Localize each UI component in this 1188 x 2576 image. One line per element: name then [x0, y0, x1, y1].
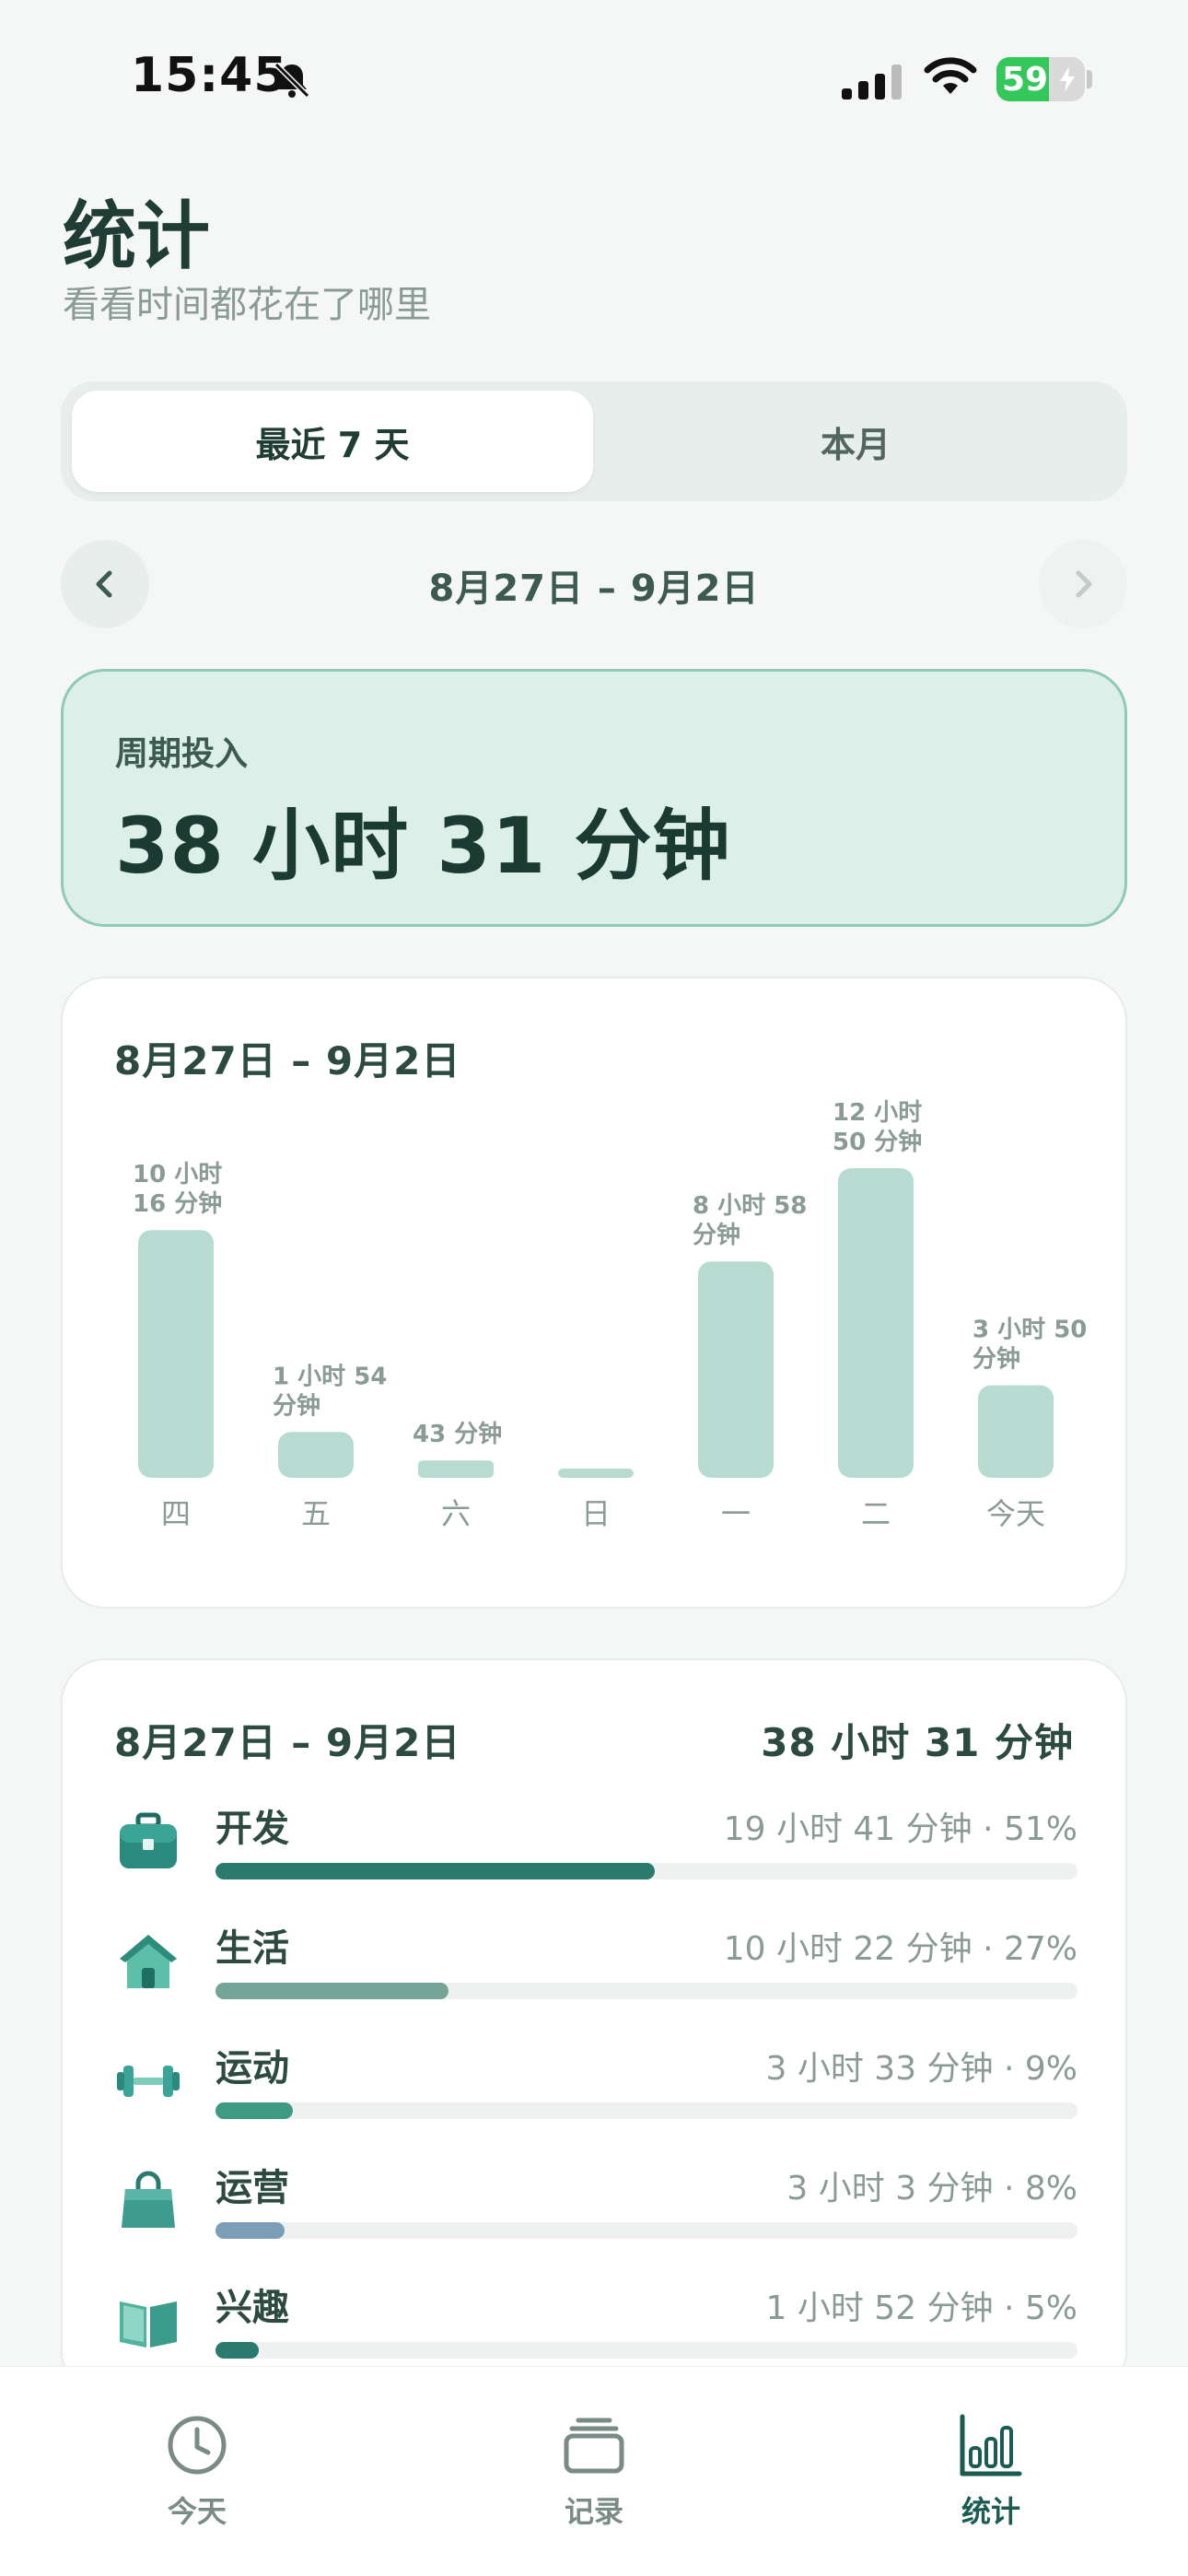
status-bar: 15:45 59 [0, 0, 1188, 157]
category-progress-track [215, 1983, 1077, 1999]
chart-bar [558, 1469, 634, 1478]
category-progress-track [215, 2342, 1077, 2359]
x-axis-day-label: 今天 [986, 1496, 1045, 1531]
layers-icon [564, 2418, 624, 2474]
tab-label: 今天 [167, 2494, 227, 2529]
tab-statistics[interactable]: 统计 [899, 2413, 1083, 2533]
category-name: 兴趣 [215, 2287, 289, 2329]
category-name: 生活 [215, 1927, 289, 1970]
wifi-icon [924, 57, 977, 94]
bar-chart-icon [960, 2414, 1022, 2476]
bar-value-label: 43 分钟 [413, 1420, 502, 1448]
category-stat: 3 小时 3 分钟 · 8% [786, 2170, 1077, 2207]
chart-bar [698, 1261, 774, 1478]
bar-value-label: 3 小时 50 [973, 1317, 1087, 1344]
category-breakdown-card: 8月27日 – 9月2日 38 小时 31 分钟 开发 19 小时 41 分钟 … [61, 1658, 1127, 2395]
page-subtitle: 看看时间都花在了哪里 [63, 284, 431, 326]
bar-value-label: 16 分钟 [133, 1189, 222, 1218]
status-time: 15:45 [131, 48, 288, 103]
category-progress-fill [215, 1983, 448, 1999]
x-axis-day-label: 五 [301, 1496, 331, 1531]
x-axis-day-label: 四 [161, 1496, 191, 1531]
period-segmented-control: 最近 7 天 本月 [61, 381, 1127, 501]
category-row[interactable]: 开发 19 小时 41 分钟 · 51% [63, 1798, 1129, 1900]
category-row[interactable]: 运营 3 小时 3 分钟 · 8% [63, 2158, 1129, 2259]
category-progress-fill [215, 2102, 294, 2119]
battery-cap [1087, 70, 1092, 88]
chevron-right-icon [1076, 570, 1092, 598]
chart-bar [838, 1168, 914, 1478]
category-progress-fill [215, 1863, 656, 1879]
page-title: 统计 [63, 193, 210, 279]
category-name: 运动 [215, 2047, 289, 2090]
cellular-signal-icon [842, 64, 902, 100]
bottom-tab-bar: 今天 记录 统计 [0, 2366, 1188, 2576]
breakdown-date-range: 8月27日 – 9月2日 [114, 1720, 461, 1765]
breakdown-total: 38 小时 31 分钟 [761, 1720, 1074, 1765]
tab-label: 统计 [961, 2494, 1020, 2529]
bar-value-label: 8 小时 58 [693, 1192, 807, 1220]
briefcase-icon [120, 1812, 177, 1868]
period-total-label: 周期投入 [115, 735, 249, 773]
category-progress-fill [215, 2342, 259, 2359]
category-stat: 10 小时 22 分钟 · 27% [723, 1930, 1077, 1968]
bar-value-label: 分钟 [973, 1345, 1020, 1374]
bar-value-label: 50 分钟 [833, 1128, 922, 1156]
category-stat: 1 小时 52 分钟 · 5% [765, 2289, 1078, 2327]
category-row[interactable]: 生活 10 小时 22 分钟 · 27% [63, 1918, 1129, 2020]
chart-bar [278, 1432, 354, 1478]
chart-bar [978, 1385, 1054, 1478]
battery-indicator: 59 [996, 57, 1085, 101]
charging-bolt-icon [1060, 66, 1075, 92]
clock-icon [168, 2416, 227, 2475]
x-axis-day-label: 二 [861, 1496, 891, 1531]
category-name: 开发 [215, 1808, 289, 1850]
bar-value-label: 1 小时 54 [273, 1363, 387, 1390]
house-icon [120, 1935, 177, 1988]
x-axis-day-label: 六 [441, 1496, 471, 1531]
category-row[interactable]: 兴趣 1 小时 52 分钟 · 5% [63, 2277, 1129, 2379]
dumbbell-icon [117, 2066, 180, 2097]
period-total-value: 38 小时 31 分钟 [115, 801, 731, 891]
next-period-button[interactable] [1039, 540, 1127, 628]
shopping-bag-icon [122, 2171, 175, 2228]
segment-this-month[interactable]: 本月 [595, 391, 1116, 492]
x-axis-day-label: 一 [721, 1496, 751, 1531]
bell-slash-icon [274, 62, 310, 99]
category-progress-track [215, 2102, 1077, 2119]
bar-value-label: 10 小时 [133, 1161, 222, 1188]
category-progress-fill [215, 2222, 285, 2239]
period-total-card: 周期投入 38 小时 31 分钟 [61, 669, 1127, 927]
category-stat: 3 小时 33 分钟 · 9% [765, 2050, 1078, 2088]
segment-last-7-days[interactable]: 最近 7 天 [72, 391, 593, 492]
date-range-label: 8月27日 – 9月2日 [428, 568, 760, 610]
category-progress-track [215, 1863, 1077, 1879]
book-icon [120, 2301, 177, 2348]
bar-value-label: 12 小时 [833, 1099, 922, 1127]
bar-value-label: 分钟 [273, 1391, 320, 1420]
category-name: 运营 [215, 2167, 289, 2209]
category-row[interactable]: 运动 3 小时 33 分钟 · 9% [63, 2038, 1129, 2139]
tab-today[interactable]: 今天 [105, 2413, 289, 2533]
chart-bar [418, 1460, 494, 1478]
tab-label: 记录 [564, 2494, 623, 2529]
category-progress-track [215, 2222, 1077, 2239]
x-axis-day-label: 日 [581, 1496, 611, 1531]
chart-bar [138, 1230, 214, 1478]
bar-value-label: 分钟 [693, 1221, 740, 1249]
daily-bar-chart: 10 小时16 分钟四1 小时 54分钟五43 分钟六 日8 小时 58分钟一12… [133, 1099, 1087, 1531]
category-stat: 19 小时 41 分钟 · 51% [723, 1810, 1077, 1848]
battery-percent: 59 [1002, 61, 1049, 99]
tab-records[interactable]: 记录 [502, 2413, 686, 2533]
daily-chart-card: 8月27日 – 9月2日 10 小时 16 分钟四 1 小时 54 分钟五 43 分钟六… [61, 977, 1127, 1609]
